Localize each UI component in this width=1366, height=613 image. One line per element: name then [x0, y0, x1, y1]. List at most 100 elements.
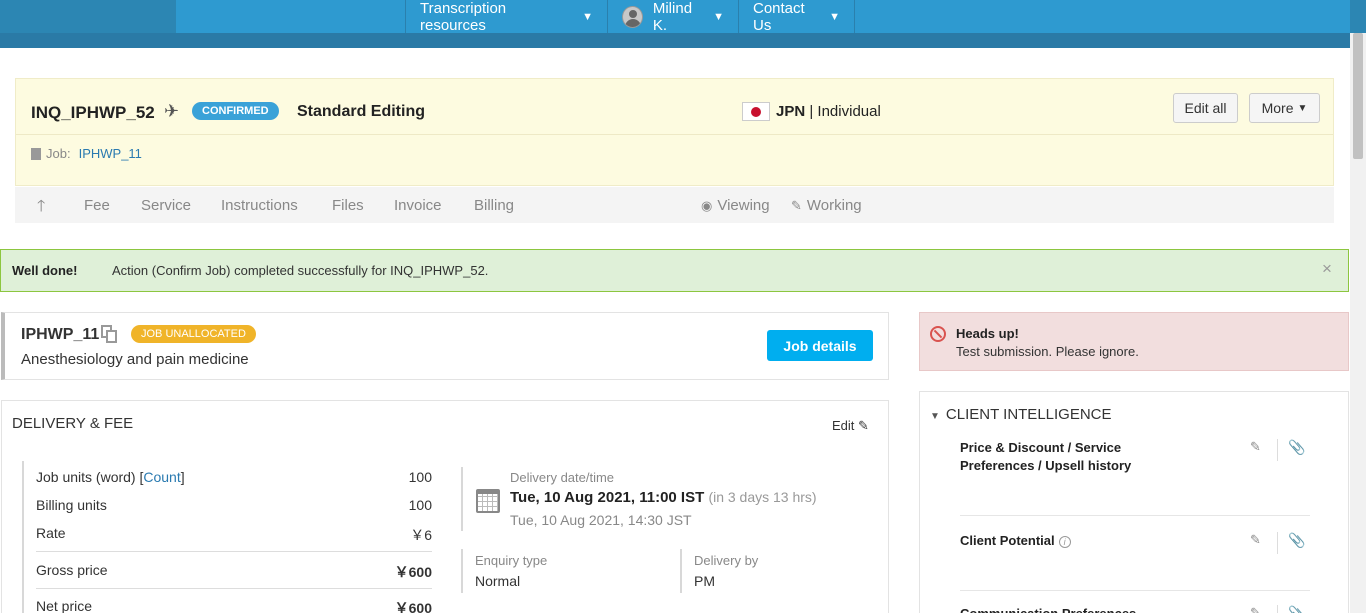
- chevron-down-icon: ▼: [582, 10, 593, 23]
- client-potential-label: Client Potential: [960, 533, 1055, 548]
- tab-instructions[interactable]: Instructions: [221, 197, 298, 214]
- fee-row-billing-units: Billing units 100: [36, 497, 432, 513]
- delivery-datetime-block: Delivery date/time Tue, 10 Aug 2021, 11:…: [461, 467, 881, 531]
- ci-divider: [960, 515, 1310, 516]
- viewing-indicator: ◉ Viewing: [701, 197, 770, 214]
- alert-message: Action (Confirm Job) completed successfu…: [112, 263, 489, 278]
- enquiry-type-value: Normal: [475, 573, 521, 589]
- plane-icon: ✈: [164, 101, 180, 121]
- enquiry-type-label: Enquiry type: [475, 553, 548, 568]
- ci-communication-actions: ✎ 📎: [1250, 605, 1310, 613]
- delivery-edit-link[interactable]: Edit ✎: [832, 418, 869, 434]
- gross-label: Gross price: [36, 562, 108, 578]
- fee-divider: [36, 551, 432, 552]
- tab-fee[interactable]: Fee: [84, 197, 110, 214]
- paperclip-icon[interactable]: 📎: [1288, 605, 1305, 613]
- copy-icon[interactable]: [101, 325, 117, 343]
- tab-billing[interactable]: Billing: [474, 197, 514, 214]
- tab-service[interactable]: Service: [141, 197, 191, 214]
- client-intelligence-title: CLIENT INTELLIGENCE: [945, 406, 1112, 423]
- delivery-by-label: Delivery by: [694, 553, 759, 568]
- count-link[interactable]: Count: [143, 469, 180, 485]
- job-header-panel: INQ_IPHWP_52 ✈ CONFIRMED Standard Editin…: [15, 78, 1334, 186]
- caret-down-icon: ▼: [1297, 102, 1308, 114]
- country-code: JPN: [776, 103, 806, 120]
- heads-up-message: Test submission. Please ignore.: [956, 344, 1139, 359]
- delivery-by-block: Delivery by PM: [680, 549, 880, 593]
- tab-invoice[interactable]: Invoice: [394, 197, 442, 214]
- pencil-icon[interactable]: ✎: [1250, 605, 1261, 613]
- more-button[interactable]: More ▼: [1249, 93, 1320, 123]
- delivery-datetime-local: Tue, 10 Aug 2021, 14:30 JST: [510, 512, 692, 528]
- delivery-fee-panel: DELIVERY & FEE Edit ✎ Job units (word) […: [1, 400, 889, 613]
- net-value: ￥600: [394, 600, 432, 613]
- info-icon[interactable]: i: [1058, 536, 1071, 548]
- fee-list: Job units (word) [Count] 100 Billing uni…: [22, 461, 432, 613]
- client-intelligence-panel: ▼ CLIENT INTELLIGENCE Price & Discount / …: [919, 391, 1349, 613]
- nav-user-menu[interactable]: Milind K. ▼: [607, 0, 739, 34]
- ci-price-discount: Price & Discount / Service Preferences /…: [960, 440, 1132, 473]
- client-intelligence-toggle[interactable]: ▼ CLIENT INTELLIGENCE: [930, 406, 1112, 423]
- fee-row-gross: Gross price ￥600: [36, 562, 432, 582]
- top-navbar: Transcription resources ▼ Milind K. ▼ Co…: [0, 0, 1366, 48]
- page-scrollbar[interactable]: [1350, 33, 1366, 613]
- nav-transcription-label: Transcription resources: [420, 0, 507, 34]
- ci-potential-actions: ✎ 📎: [1250, 532, 1310, 554]
- rate-value: ￥6: [410, 527, 432, 543]
- ci-divider: [960, 590, 1310, 591]
- pencil-icon: ✎: [858, 418, 869, 433]
- scrollbar-thumb[interactable]: [1353, 33, 1363, 159]
- job-units-value: 100: [408, 469, 432, 485]
- allocation-badge: JOB UNALLOCATED: [131, 325, 256, 343]
- paperclip-icon[interactable]: 📎: [1288, 439, 1305, 456]
- close-icon[interactable]: ×: [1322, 259, 1332, 279]
- delivery-date-main: Tue, 10 Aug 2021, 11:00 IST: [510, 489, 705, 506]
- chevron-down-icon: ▼: [713, 10, 724, 23]
- job-details-button[interactable]: Job details: [767, 330, 873, 361]
- client-country: JPN | Individual: [776, 103, 881, 120]
- success-alert: Well done! Action (Confirm Job) complete…: [0, 249, 1349, 292]
- paperclip-icon[interactable]: 📎: [1288, 532, 1305, 549]
- pencil-icon: ✎: [791, 198, 802, 213]
- pencil-icon[interactable]: ✎: [1250, 439, 1261, 455]
- enquiry-type-block: Enquiry type Normal: [461, 549, 671, 593]
- fee-row-net: Net price ￥600: [36, 598, 432, 613]
- billing-units-label: Billing units: [36, 497, 107, 513]
- ci-price-actions: ✎ 📎: [1250, 439, 1310, 461]
- tab-files[interactable]: Files: [332, 197, 364, 214]
- job-units-label: Job units (word) [Count]: [36, 469, 185, 485]
- chevron-down-icon: ▼: [829, 10, 840, 23]
- caret-down-icon: ▼: [930, 411, 940, 422]
- viewing-label: Viewing: [717, 197, 770, 214]
- working-indicator: ✎ Working: [791, 197, 862, 214]
- net-label: Net price: [36, 598, 93, 613]
- avatar: [622, 5, 643, 28]
- nav-transcription-resources[interactable]: Transcription resources ▼: [405, 0, 608, 34]
- edit-all-button[interactable]: Edit all: [1173, 93, 1238, 123]
- nav-user-label: Milind K.: [652, 0, 693, 34]
- navbar-bottom-strip: [0, 33, 1366, 48]
- fee-row-job-units: Job units (word) [Count] 100: [36, 469, 432, 485]
- delivery-relative: (in 3 days 13 hrs): [708, 489, 817, 505]
- job-id: IPHWP_11: [21, 326, 100, 343]
- nav-contact-us[interactable]: Contact Us ▼: [738, 0, 855, 34]
- rate-label: Rate: [36, 525, 66, 541]
- job-label: Job:: [46, 146, 71, 161]
- header-divider: [16, 134, 1333, 135]
- heads-up-title: Heads up!: [956, 326, 1019, 341]
- job-subject: Anesthesiology and pain medicine: [21, 351, 249, 368]
- document-icon: [31, 147, 41, 160]
- fee-row-rate: Rate ￥6: [36, 525, 432, 545]
- nav-contact-label: Contact Us: [753, 0, 805, 34]
- japan-flag-icon: [742, 102, 770, 121]
- delivery-label: Delivery date/time: [510, 470, 615, 485]
- job-link[interactable]: IPHWP_11: [79, 146, 142, 161]
- alert-title: Well done!: [12, 263, 78, 278]
- arrow-up-icon[interactable]: 🡑: [37, 195, 45, 222]
- inquiry-id: INQ_IPHWP_52: [31, 103, 155, 122]
- service-name: Standard Editing: [297, 103, 425, 120]
- job-link-row: Job: IPHWP_11: [31, 146, 142, 161]
- edit-label: Edit: [832, 418, 855, 433]
- working-label: Working: [806, 197, 862, 214]
- pencil-icon[interactable]: ✎: [1250, 532, 1261, 548]
